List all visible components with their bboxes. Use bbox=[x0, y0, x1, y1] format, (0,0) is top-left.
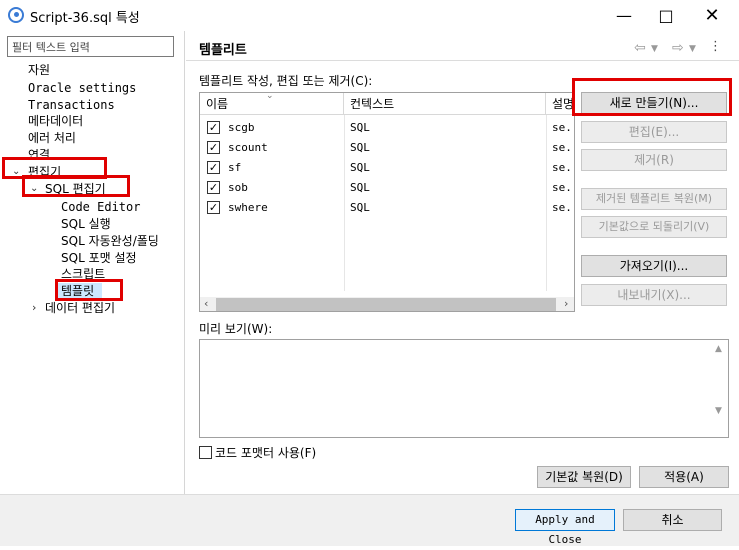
row-name: swhere bbox=[228, 201, 268, 214]
scroll-up-icon[interactable]: ▲ bbox=[715, 344, 722, 354]
tree-item-transactions[interactable]: Transactions bbox=[28, 97, 115, 113]
templates-table[interactable]: 이름 ⌄ 컨텍스트 설명 ✓ scgb SQL se... ✓ scount S… bbox=[199, 92, 575, 312]
row-description: se... bbox=[552, 201, 574, 214]
row-description: se... bbox=[552, 141, 574, 154]
tree-item-sql-execute[interactable]: SQL 실행 bbox=[61, 216, 111, 232]
close-icon[interactable]: ✕ bbox=[689, 0, 735, 30]
sort-chevron-icon: ⌄ bbox=[266, 92, 274, 101]
highlight-sql-editor bbox=[22, 175, 130, 197]
preview-label: 미리 보기(W): bbox=[199, 322, 273, 336]
code-formatter-checkbox[interactable] bbox=[199, 446, 212, 459]
import-button[interactable]: 가져오기(I)... bbox=[581, 255, 727, 277]
table-row[interactable]: ✓ sf SQL se... bbox=[200, 158, 574, 178]
tree-item-error-handling[interactable]: 에러 처리 bbox=[28, 130, 76, 146]
row-context: SQL bbox=[350, 201, 370, 214]
row-description: se... bbox=[552, 181, 574, 194]
row-name: sob bbox=[228, 181, 248, 194]
maximize-icon[interactable]: □ bbox=[643, 0, 689, 30]
scrollbar-thumb[interactable] bbox=[216, 298, 556, 311]
table-row[interactable]: ✓ sob SQL se... bbox=[200, 178, 574, 198]
row-checkbox[interactable]: ✓ bbox=[207, 161, 220, 174]
back-icon[interactable]: ⇦ bbox=[634, 40, 646, 56]
tree-item-resources[interactable]: 자원 bbox=[28, 62, 50, 78]
table-row[interactable]: ✓ swhere SQL se... bbox=[200, 198, 574, 218]
back-menu-icon[interactable]: ▼ bbox=[651, 44, 658, 54]
app-icon bbox=[8, 7, 24, 23]
tree-item-metadata[interactable]: 메타데이터 bbox=[28, 113, 83, 129]
tree-item-oracle-settings[interactable]: Oracle settings bbox=[28, 80, 136, 96]
tree-item-data-editor[interactable]: 데이터 편집기 bbox=[45, 300, 115, 316]
row-checkbox[interactable]: ✓ bbox=[207, 121, 220, 134]
scroll-right-icon[interactable]: › bbox=[564, 297, 568, 310]
row-name: scgb bbox=[228, 121, 255, 134]
chevron-right-icon[interactable]: › bbox=[32, 300, 36, 316]
preview-area[interactable] bbox=[199, 339, 729, 438]
scroll-left-icon[interactable]: ‹ bbox=[204, 297, 208, 310]
row-description: se... bbox=[552, 121, 574, 134]
row-description: se... bbox=[552, 161, 574, 174]
apply-button[interactable]: 적용(A) bbox=[639, 466, 729, 488]
filter-input[interactable]: 필터 텍스트 입력 bbox=[7, 36, 174, 57]
tree-item-sql-completion[interactable]: SQL 자동완성/폴딩 bbox=[61, 233, 159, 249]
tree-item-sql-format[interactable]: SQL 포맷 설정 bbox=[61, 250, 137, 266]
row-checkbox[interactable]: ✓ bbox=[207, 201, 220, 214]
row-context: SQL bbox=[350, 121, 370, 134]
tree-item-code-editor[interactable]: Code Editor bbox=[61, 199, 140, 215]
apply-and-close-button[interactable]: Apply and Close bbox=[515, 509, 615, 546]
row-checkbox[interactable]: ✓ bbox=[207, 181, 220, 194]
row-name: scount bbox=[228, 141, 268, 154]
revert-default-button[interactable]: 기본값으로 되돌리기(V) bbox=[581, 216, 727, 238]
page-title: 템플리트 bbox=[199, 43, 247, 58]
highlight-templates bbox=[55, 279, 123, 301]
row-context: SQL bbox=[350, 161, 370, 174]
forward-menu-icon[interactable]: ▼ bbox=[689, 44, 696, 54]
code-formatter-label: 코드 포맷터 사용(F) bbox=[215, 446, 317, 460]
row-name: sf bbox=[228, 161, 242, 174]
scroll-down-icon[interactable]: ▼ bbox=[715, 406, 722, 416]
restore-defaults-button[interactable]: 기본값 복원(D) bbox=[537, 466, 631, 488]
forward-icon[interactable]: ⇨ bbox=[672, 40, 684, 56]
row-context: SQL bbox=[350, 141, 370, 154]
remove-template-button[interactable]: 제거(R) bbox=[581, 149, 727, 171]
edit-template-button[interactable]: 편집(E)... bbox=[581, 121, 727, 143]
row-context: SQL bbox=[350, 181, 370, 194]
view-menu-icon[interactable]: ⋮ bbox=[709, 39, 722, 54]
column-header-context[interactable]: 컨텍스트 bbox=[344, 93, 546, 115]
highlight-new-button bbox=[572, 78, 732, 116]
export-button[interactable]: 내보내기(X)... bbox=[581, 284, 727, 306]
templates-list-label: 템플리트 작성, 편집 또는 제거(C): bbox=[199, 74, 373, 88]
column-header-description[interactable]: 설명 bbox=[546, 93, 574, 115]
table-row[interactable]: ✓ scount SQL se... bbox=[200, 138, 574, 158]
minimize-icon[interactable]: — bbox=[601, 0, 647, 30]
table-row[interactable]: ✓ scgb SQL se... bbox=[200, 118, 574, 138]
row-checkbox[interactable]: ✓ bbox=[207, 141, 220, 154]
cancel-button[interactable]: 취소 bbox=[623, 509, 722, 531]
window-title: Script-36.sql 특성 bbox=[30, 11, 140, 26]
restore-removed-button[interactable]: 제거된 템플리트 복원(M) bbox=[581, 188, 727, 210]
